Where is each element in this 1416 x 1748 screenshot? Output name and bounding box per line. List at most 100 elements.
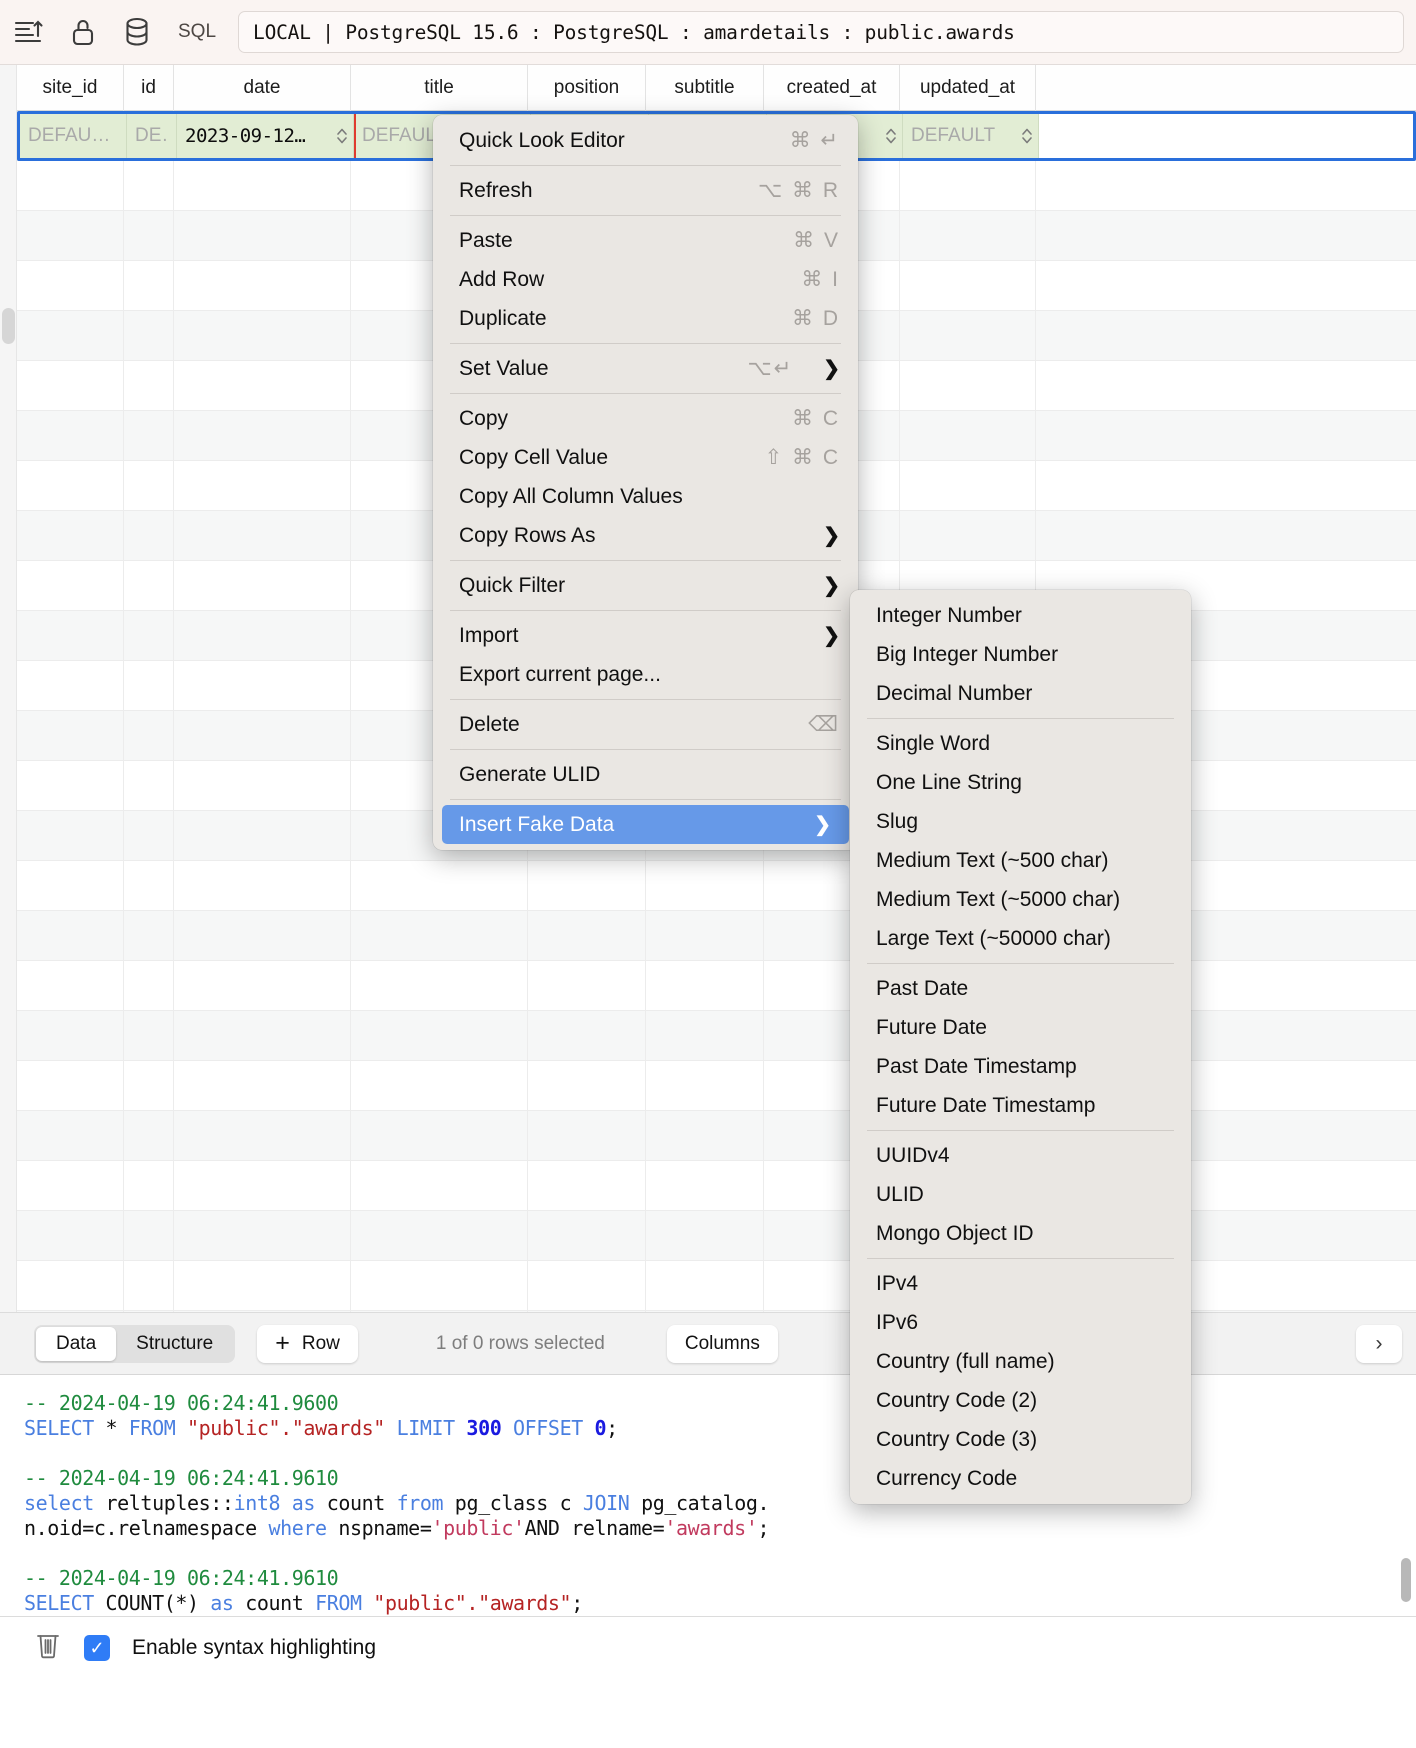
table-cell[interactable] bbox=[124, 611, 174, 661]
menu-item-import[interactable]: Import ❯ bbox=[433, 616, 858, 655]
table-cell[interactable] bbox=[528, 1011, 646, 1061]
table-cell[interactable] bbox=[1036, 511, 1416, 561]
submenu-item-past-date-timestamp[interactable]: Past Date Timestamp bbox=[850, 1047, 1191, 1086]
table-cell[interactable] bbox=[17, 861, 124, 911]
log-scrollbar-thumb[interactable] bbox=[1401, 1558, 1411, 1602]
menu-item-refresh[interactable]: Refresh ⌥ ⌘ R bbox=[433, 171, 858, 210]
next-page-button[interactable]: › bbox=[1356, 1325, 1402, 1363]
editing-cell-date[interactable]: 2023-09-12… bbox=[177, 114, 354, 158]
table-cell[interactable] bbox=[528, 1261, 646, 1311]
table-row[interactable] bbox=[17, 1111, 1416, 1161]
menu-item-quick-filter[interactable]: Quick Filter ❯ bbox=[433, 566, 858, 605]
table-cell[interactable] bbox=[646, 1011, 764, 1061]
column-header-subtitle[interactable]: subtitle bbox=[646, 65, 764, 111]
table-cell[interactable] bbox=[124, 711, 174, 761]
submenu-item-currency-code[interactable]: Currency Code bbox=[850, 1459, 1191, 1498]
table-cell[interactable] bbox=[17, 511, 124, 561]
table-cell[interactable] bbox=[174, 911, 351, 961]
table-cell[interactable] bbox=[900, 411, 1036, 461]
table-cell[interactable] bbox=[174, 711, 351, 761]
menu-item-copy-all-column-values[interactable]: Copy All Column Values bbox=[433, 477, 858, 516]
table-cell[interactable] bbox=[17, 1011, 124, 1061]
table-row[interactable] bbox=[17, 1211, 1416, 1261]
menu-item-delete[interactable]: Delete ⌫ bbox=[433, 705, 858, 744]
submenu-item-ipv4[interactable]: IPv4 bbox=[850, 1264, 1191, 1303]
trash-icon[interactable] bbox=[34, 1630, 62, 1665]
menu-item-add-row[interactable]: Add Row ⌘ I bbox=[433, 260, 858, 299]
table-cell[interactable] bbox=[17, 211, 124, 261]
submenu-item-slug[interactable]: Slug bbox=[850, 802, 1191, 841]
table-cell[interactable] bbox=[528, 1161, 646, 1211]
table-cell[interactable] bbox=[174, 261, 351, 311]
vertical-scrollbar-thumb[interactable] bbox=[2, 308, 15, 344]
table-cell[interactable] bbox=[124, 1261, 174, 1311]
table-cell[interactable] bbox=[174, 861, 351, 911]
table-cell[interactable] bbox=[174, 961, 351, 1011]
table-cell[interactable] bbox=[124, 411, 174, 461]
table-cell[interactable] bbox=[646, 1111, 764, 1161]
table-cell[interactable] bbox=[17, 311, 124, 361]
table-cell[interactable] bbox=[174, 1111, 351, 1161]
table-cell[interactable] bbox=[351, 1211, 528, 1261]
submenu-item-uuidv4[interactable]: UUIDv4 bbox=[850, 1136, 1191, 1175]
table-cell[interactable] bbox=[1036, 461, 1416, 511]
table-row[interactable] bbox=[17, 861, 1416, 911]
table-cell[interactable] bbox=[528, 1061, 646, 1111]
table-row[interactable] bbox=[17, 1161, 1416, 1211]
submenu-item-medium-text-5000-char[interactable]: Medium Text (~5000 char) bbox=[850, 880, 1191, 919]
table-cell[interactable] bbox=[646, 1061, 764, 1111]
column-header-created_at[interactable]: created_at bbox=[764, 65, 900, 111]
table-cell[interactable] bbox=[900, 261, 1036, 311]
table-row[interactable] bbox=[17, 1261, 1416, 1311]
table-cell[interactable] bbox=[900, 161, 1036, 211]
table-cell[interactable] bbox=[351, 861, 528, 911]
table-cell[interactable] bbox=[646, 861, 764, 911]
table-cell[interactable] bbox=[900, 361, 1036, 411]
table-cell[interactable] bbox=[124, 461, 174, 511]
submenu-item-mongo-object-id[interactable]: Mongo Object ID bbox=[850, 1214, 1191, 1253]
table-row[interactable] bbox=[17, 961, 1416, 1011]
syntax-highlighting-checkbox[interactable]: ✓ bbox=[84, 1634, 110, 1661]
table-cell[interactable] bbox=[351, 1111, 528, 1161]
table-cell[interactable] bbox=[174, 1011, 351, 1061]
column-header-site_id[interactable]: site_id bbox=[17, 65, 124, 111]
table-cell[interactable] bbox=[17, 1211, 124, 1261]
table-cell[interactable] bbox=[124, 561, 174, 611]
context-menu[interactable]: Quick Look Editor ⌘ ↵ Refresh ⌥ ⌘ R Paste ⌘ V… bbox=[433, 115, 858, 850]
table-cell[interactable] bbox=[124, 511, 174, 561]
table-cell[interactable] bbox=[174, 661, 351, 711]
table-cell[interactable] bbox=[17, 1111, 124, 1161]
table-cell[interactable] bbox=[174, 411, 351, 461]
menu-item-generate-ulid[interactable]: Generate ULID bbox=[433, 755, 858, 794]
menu-item-export-current-page[interactable]: Export current page... bbox=[433, 655, 858, 694]
sql-log-content[interactable]: -- 2024-04-19 06:24:41.9600 SELECT * FROM… bbox=[0, 1375, 1416, 1616]
table-cell[interactable] bbox=[1036, 261, 1416, 311]
menu-item-insert-fake-data[interactable]: Insert Fake Data ❯ bbox=[442, 805, 849, 844]
menu-item-copy[interactable]: Copy ⌘ C bbox=[433, 399, 858, 438]
insert-fake-data-submenu[interactable]: Integer Number Big Integer Number Decimal … bbox=[850, 590, 1191, 1504]
submenu-item-medium-text-500-char[interactable]: Medium Text (~500 char) bbox=[850, 841, 1191, 880]
menu-item-duplicate[interactable]: Duplicate ⌘ D bbox=[433, 299, 858, 338]
database-icon[interactable] bbox=[110, 10, 164, 54]
data-structure-segmented-control[interactable]: Data Structure bbox=[34, 1324, 236, 1363]
table-cell[interactable] bbox=[646, 961, 764, 1011]
table-cell[interactable] bbox=[174, 1261, 351, 1311]
stepper-icon[interactable] bbox=[336, 125, 348, 147]
table-cell[interactable] bbox=[528, 861, 646, 911]
table-cell[interactable] bbox=[900, 311, 1036, 361]
table-cell[interactable] bbox=[351, 1011, 528, 1061]
table-cell[interactable] bbox=[17, 811, 124, 861]
table-cell[interactable] bbox=[17, 161, 124, 211]
table-cell[interactable] bbox=[174, 761, 351, 811]
submenu-item-country-code-3[interactable]: Country Code (3) bbox=[850, 1420, 1191, 1459]
table-cell[interactable] bbox=[17, 461, 124, 511]
submenu-item-single-word[interactable]: Single Word bbox=[850, 724, 1191, 763]
table-cell[interactable] bbox=[174, 311, 351, 361]
table-cell[interactable] bbox=[174, 461, 351, 511]
connection-field[interactable]: LOCAL | PostgreSQL 15.6 : PostgreSQL : a… bbox=[238, 11, 1404, 53]
submenu-item-past-date[interactable]: Past Date bbox=[850, 969, 1191, 1008]
tab-structure[interactable]: Structure bbox=[116, 1327, 233, 1361]
menu-item-quick-look-editor[interactable]: Quick Look Editor ⌘ ↵ bbox=[433, 121, 858, 160]
table-cell[interactable] bbox=[528, 1211, 646, 1261]
column-header-updated_at[interactable]: updated_at bbox=[900, 65, 1036, 111]
